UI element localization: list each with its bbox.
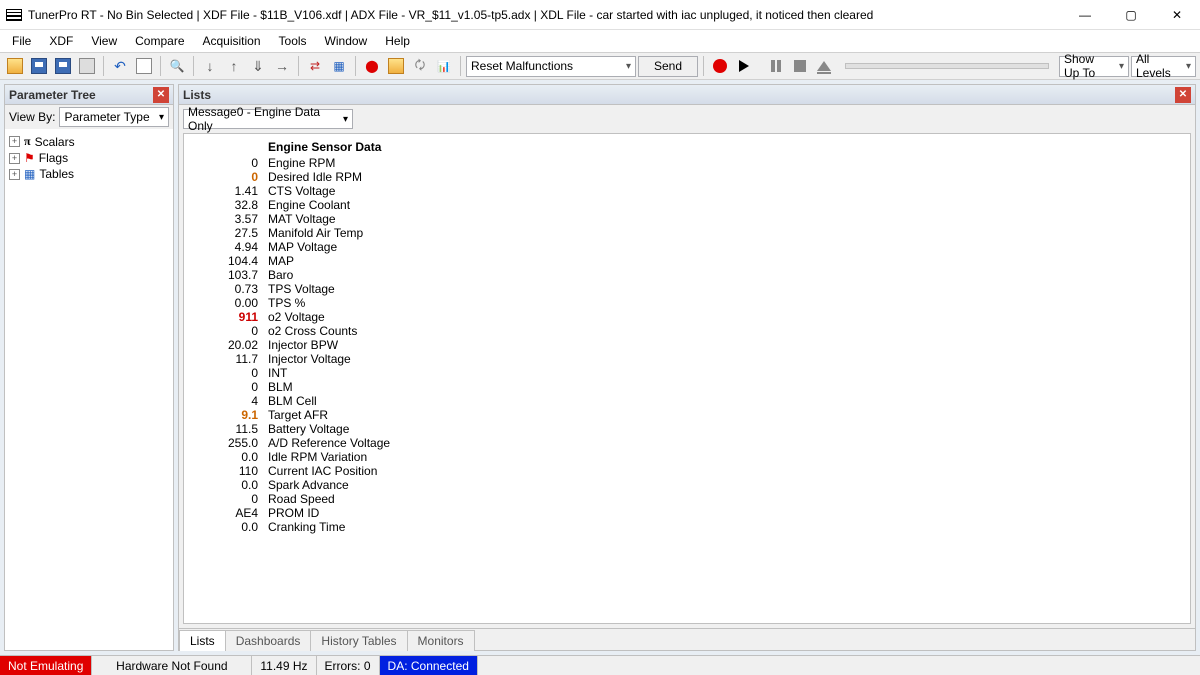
list-row[interactable]: 9.1Target AFR bbox=[188, 408, 1186, 422]
toolbar: ↶ 🔍 ↓ ↑ ⇓ → ⇄ ▦ ⬤ 🗘 📊 Reset Malfunctions… bbox=[0, 52, 1200, 80]
stop-button[interactable] bbox=[789, 55, 811, 77]
list-row[interactable]: 255.0A/D Reference Voltage bbox=[188, 436, 1186, 450]
tree-node-tables[interactable]: +▦Tables bbox=[9, 166, 169, 182]
list-row[interactable]: 103.7Baro bbox=[188, 268, 1186, 282]
viewby-label: View By: bbox=[9, 110, 55, 124]
viewby-select[interactable]: Parameter Type bbox=[59, 107, 169, 127]
grid-button[interactable]: ▦ bbox=[328, 55, 350, 77]
tab-history-tables[interactable]: History Tables bbox=[310, 630, 407, 651]
save-all-button[interactable] bbox=[52, 55, 74, 77]
record-button[interactable] bbox=[709, 55, 731, 77]
status-hardware: Hardware Not Found bbox=[92, 656, 252, 675]
print-button[interactable] bbox=[76, 55, 98, 77]
tab-monitors[interactable]: Monitors bbox=[407, 630, 475, 651]
list-row[interactable]: 0Engine RPM bbox=[188, 156, 1186, 170]
close-lists-button[interactable]: ✕ bbox=[1175, 87, 1191, 103]
menu-view[interactable]: View bbox=[83, 32, 125, 50]
malfunction-select[interactable]: Reset Malfunctions bbox=[466, 56, 636, 77]
menu-compare[interactable]: Compare bbox=[127, 32, 192, 50]
parameter-tree[interactable]: +πScalars+⚑Flags+▦Tables bbox=[5, 129, 173, 650]
menu-file[interactable]: File bbox=[4, 32, 39, 50]
pause-button[interactable] bbox=[765, 55, 787, 77]
list-row[interactable]: 4BLM Cell bbox=[188, 394, 1186, 408]
sensor-list[interactable]: Engine Sensor Data 0Engine RPM0Desired I… bbox=[183, 133, 1191, 624]
lists-panel: Lists ✕ Message0 - Engine Data Only Engi… bbox=[178, 84, 1196, 651]
stop-acq-button[interactable]: ⬤ bbox=[361, 55, 383, 77]
menu-help[interactable]: Help bbox=[377, 32, 418, 50]
save-button[interactable] bbox=[28, 55, 50, 77]
list-row[interactable]: 0Desired Idle RPM bbox=[188, 170, 1186, 184]
list-row[interactable]: 0.0Spark Advance bbox=[188, 478, 1186, 492]
list-row[interactable]: 0BLM bbox=[188, 380, 1186, 394]
close-panel-button[interactable]: ✕ bbox=[153, 87, 169, 103]
list-row[interactable]: 0o2 Cross Counts bbox=[188, 324, 1186, 338]
list-row[interactable]: 0.0Idle RPM Variation bbox=[188, 450, 1186, 464]
tree-node-flags[interactable]: +⚑Flags bbox=[9, 150, 169, 166]
find-button[interactable]: 🔍 bbox=[166, 55, 188, 77]
list-row[interactable]: 20.02Injector BPW bbox=[188, 338, 1186, 352]
parameter-tree-header: Parameter Tree ✕ bbox=[5, 85, 173, 105]
close-button[interactable]: ✕ bbox=[1154, 0, 1200, 30]
list-row[interactable]: 32.8Engine Coolant bbox=[188, 198, 1186, 212]
titlebar: TunerPro RT - No Bin Selected | XDF File… bbox=[0, 0, 1200, 30]
folder-button[interactable] bbox=[385, 55, 407, 77]
minimize-button[interactable]: — bbox=[1062, 0, 1108, 30]
window-title: TunerPro RT - No Bin Selected | XDF File… bbox=[28, 8, 1062, 22]
alllevels-select[interactable]: All Levels bbox=[1131, 56, 1196, 77]
lists-header: Lists ✕ bbox=[179, 85, 1195, 105]
status-da: DA: Connected bbox=[380, 656, 478, 675]
tree-node-scalars[interactable]: +πScalars bbox=[9, 133, 169, 150]
swap-button[interactable]: ⇄ bbox=[304, 55, 326, 77]
list-row[interactable]: 0.00TPS % bbox=[188, 296, 1186, 310]
down-button[interactable]: ↓ bbox=[199, 55, 221, 77]
parameter-tree-panel: Parameter Tree ✕ View By: Parameter Type… bbox=[4, 84, 174, 651]
status-errors: Errors: 0 bbox=[317, 656, 380, 675]
refresh-button[interactable]: 🗘 bbox=[409, 55, 431, 77]
window-controls: — ▢ ✕ bbox=[1062, 0, 1200, 30]
maximize-button[interactable]: ▢ bbox=[1108, 0, 1154, 30]
right-button[interactable]: → bbox=[271, 55, 293, 77]
showupto-select[interactable]: Show Up To bbox=[1059, 56, 1129, 77]
list-row[interactable]: 0.73TPS Voltage bbox=[188, 282, 1186, 296]
statusbar: Not Emulating Hardware Not Found 11.49 H… bbox=[0, 655, 1200, 675]
list-row[interactable]: 0Road Speed bbox=[188, 492, 1186, 506]
menu-acquisition[interactable]: Acquisition bbox=[195, 32, 269, 50]
down-all-button[interactable]: ⇓ bbox=[247, 55, 269, 77]
status-hz: 11.49 Hz bbox=[252, 656, 316, 675]
progress-slider[interactable] bbox=[845, 63, 1049, 69]
status-emulating: Not Emulating bbox=[0, 656, 92, 675]
list-row[interactable]: 0.0Cranking Time bbox=[188, 520, 1186, 534]
send-button[interactable]: Send bbox=[638, 56, 698, 77]
list-row[interactable]: 104.4MAP bbox=[188, 254, 1186, 268]
list-row[interactable]: 4.94MAP Voltage bbox=[188, 240, 1186, 254]
menu-xdf[interactable]: XDF bbox=[41, 32, 81, 50]
eject-button[interactable] bbox=[813, 55, 835, 77]
undo-button[interactable]: ↶ bbox=[109, 55, 131, 77]
menu-window[interactable]: Window bbox=[317, 32, 376, 50]
app-icon bbox=[6, 9, 22, 21]
up-button[interactable]: ↑ bbox=[223, 55, 245, 77]
list-row[interactable]: AE4PROM ID bbox=[188, 506, 1186, 520]
list-row[interactable]: 11.7Injector Voltage bbox=[188, 352, 1186, 366]
play-button[interactable] bbox=[733, 55, 755, 77]
bottom-tabs: ListsDashboardsHistory TablesMonitors bbox=[179, 628, 1195, 650]
menubar: FileXDFViewCompareAcquisitionToolsWindow… bbox=[0, 30, 1200, 52]
tab-dashboards[interactable]: Dashboards bbox=[225, 630, 312, 651]
open-button[interactable] bbox=[4, 55, 26, 77]
new-doc-button[interactable] bbox=[133, 55, 155, 77]
menu-tools[interactable]: Tools bbox=[271, 32, 315, 50]
list-row[interactable]: 1.41CTS Voltage bbox=[188, 184, 1186, 198]
list-row[interactable]: 0INT bbox=[188, 366, 1186, 380]
list-row[interactable]: 27.5Manifold Air Temp bbox=[188, 226, 1186, 240]
chart-button[interactable]: 📊 bbox=[433, 55, 455, 77]
message-select[interactable]: Message0 - Engine Data Only bbox=[183, 109, 353, 129]
list-row[interactable]: 110Current IAC Position bbox=[188, 464, 1186, 478]
list-row[interactable]: 11.5Battery Voltage bbox=[188, 422, 1186, 436]
list-row[interactable]: 911o2 Voltage bbox=[188, 310, 1186, 324]
tab-lists[interactable]: Lists bbox=[179, 630, 226, 651]
list-row[interactable]: 3.57MAT Voltage bbox=[188, 212, 1186, 226]
list-header: Engine Sensor Data bbox=[188, 140, 1186, 154]
